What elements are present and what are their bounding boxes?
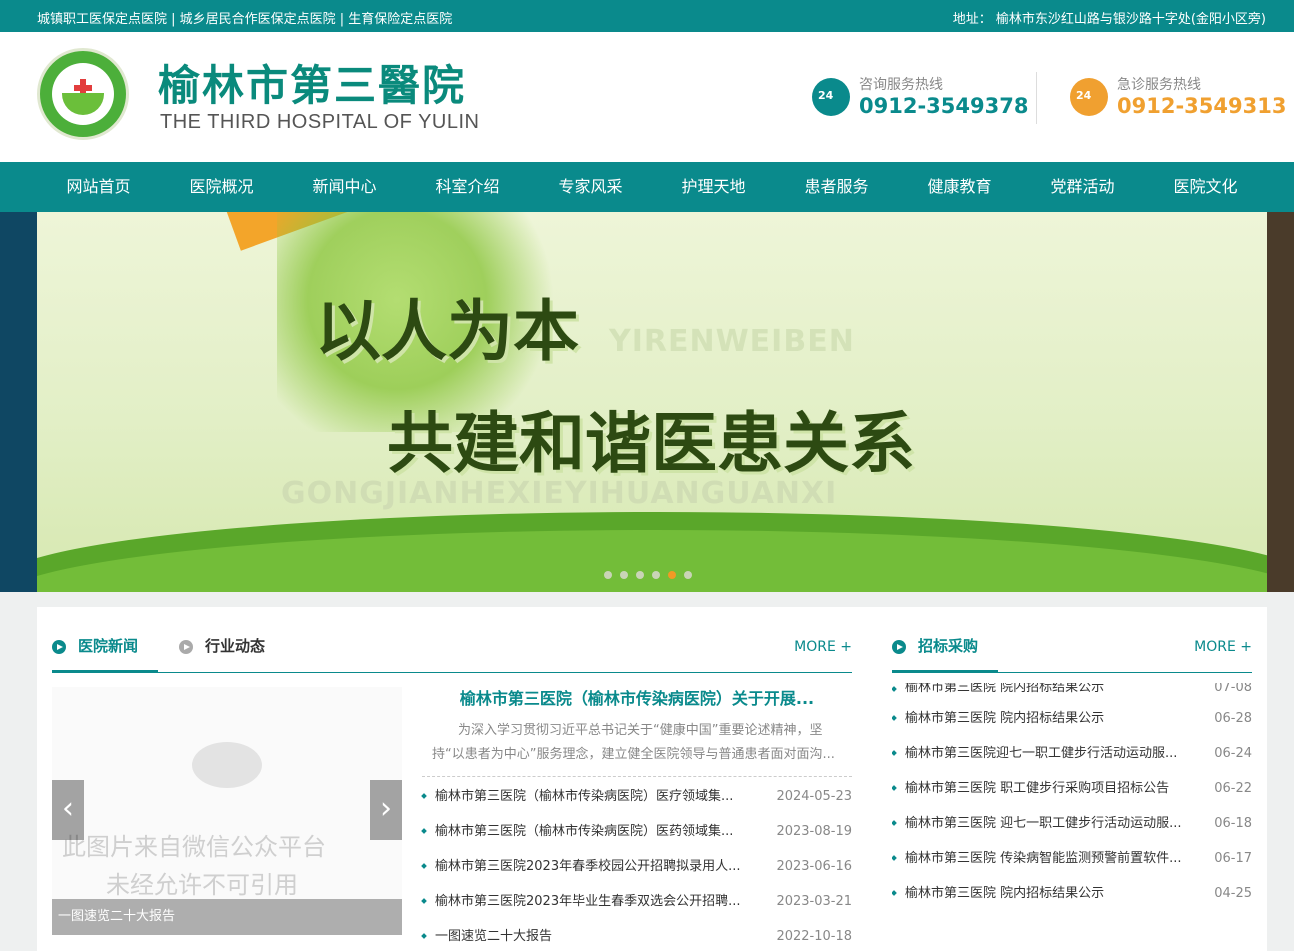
diamond-bullet-icon: [892, 890, 897, 896]
featured-news-summary: 为深入学习贯彻习近平总书记关于“健康中国”重要论述精神，坚持“以患者为中心”服务…: [432, 723, 835, 762]
news-list-item[interactable]: 一图速览二十大报告 2022-10-18: [421, 919, 852, 951]
news-more-link[interactable]: MORE +: [794, 639, 852, 655]
nav-nursing[interactable]: 护理天地: [652, 162, 775, 212]
play-circle-icon: [179, 640, 193, 654]
nav-experts[interactable]: 专家风采: [529, 162, 652, 212]
banner-line1: 以人为本: [315, 293, 579, 370]
diamond-bullet-icon: [892, 750, 897, 756]
news-tab-header: 医院新闻 行业动态 MORE +: [52, 623, 852, 673]
diamond-bullet-icon: [421, 828, 427, 834]
phone-24h-icon: 24: [1070, 78, 1108, 116]
news-list: 榆林市第三医院（榆林市传染病医院）医疗领域集... 2024-05-23 榆林市第…: [421, 779, 852, 951]
diamond-bullet-icon: [421, 898, 427, 904]
bidding-list-item[interactable]: 榆林市第三医院 迎七一职工健步行活动运动服... 06-18: [892, 806, 1252, 841]
banner-dot[interactable]: [684, 571, 692, 579]
banner-dot[interactable]: [604, 571, 612, 579]
phone-24h-icon: 24: [812, 78, 850, 116]
site-header: 榆林市第三醫院 THE THIRD HOSPITAL OF YULIN 24 咨…: [0, 32, 1294, 162]
consult-hotline-label: 咨询服务热线: [859, 77, 943, 93]
emergency-hotline-label: 急诊服务热线: [1117, 77, 1201, 93]
hospital-address: 地址： 榆林市东沙红山路与银沙路十字处(金阳小区旁): [952, 12, 1266, 27]
featured-news-title[interactable]: 榆林市第三医院（榆林市传染病医院）关于开展...: [422, 685, 852, 709]
bidding-list-item[interactable]: 榆林市第三医院 院内招标结果公示 07-08: [892, 683, 1252, 701]
hospital-logo-icon[interactable]: [37, 48, 129, 140]
nav-about[interactable]: 医院概况: [160, 162, 283, 212]
news-list-item[interactable]: 榆林市第三医院2023年春季校园公开招聘拟录用人... 2023-06-16: [421, 849, 852, 884]
news-photo-carousel[interactable]: 此图片来自微信公众平台 未经允许不可引用 ‹ › 一图速览二十大报告: [52, 687, 402, 935]
carousel-caption[interactable]: 一图速览二十大报告: [52, 899, 402, 935]
play-circle-icon: [892, 640, 906, 654]
diamond-bullet-icon: [892, 785, 897, 791]
hero-banner: YIRENWEIBEN 以人为本 共建和谐医患关系 GONGJIANHEXIEY…: [0, 212, 1294, 592]
diamond-bullet-icon: [892, 855, 897, 861]
banner-dot-active[interactable]: [668, 571, 676, 579]
watermark-text: 未经允许不可引用: [106, 871, 298, 899]
tab-hospital-news[interactable]: 医院新闻: [52, 623, 158, 673]
diamond-bullet-icon: [421, 793, 427, 799]
news-list-item[interactable]: 榆林市第三医院2023年毕业生春季双选会公开招聘... 2023-03-21: [421, 884, 852, 919]
nav-culture[interactable]: 医院文化: [1144, 162, 1267, 212]
news-list-item[interactable]: 榆林市第三医院（榆林市传染病医院）医疗领域集... 2024-05-23: [421, 779, 852, 814]
nav-news[interactable]: 新闻中心: [283, 162, 406, 212]
bidding-list: 榆林市第三医院 院内招标结果公示 07-08 榆林市第三医院 院内招标结果公示 06…: [892, 683, 1252, 951]
banner-line1-pinyin: YIRENWEIBEN: [609, 324, 855, 359]
carousel-next-button[interactable]: ›: [370, 780, 402, 840]
diamond-bullet-icon: [892, 820, 897, 826]
banner-pagination: [604, 571, 692, 579]
bidding-list-item[interactable]: 榆林市第三医院迎七一职工健步行活动运动服... 06-24: [892, 736, 1252, 771]
hospital-name[interactable]: 榆林市第三醫院: [158, 52, 466, 113]
watermark-text: 此图片来自微信公众平台: [62, 833, 326, 861]
banner-dot[interactable]: [652, 571, 660, 579]
carousel-prev-button[interactable]: ‹: [52, 780, 84, 840]
nav-health-education[interactable]: 健康教育: [898, 162, 1021, 212]
nav-home[interactable]: 网站首页: [37, 162, 160, 212]
banner-dot[interactable]: [620, 571, 628, 579]
banner-line2: 共建和谐医患关系: [387, 405, 915, 482]
diamond-bullet-icon: [892, 686, 897, 692]
diamond-bullet-icon: [421, 933, 427, 939]
leaf-heart-icon: [62, 93, 104, 115]
consult-hotline-number: 0912-3549378: [859, 94, 1029, 118]
insurance-designations: 城镇职工医保定点医院 | 城乡居民合作医保定点医院 | 生育保险定点医院: [37, 12, 453, 27]
bidding-list-item[interactable]: 榆林市第三医院 职工健步行采购项目招标公告 06-22: [892, 771, 1252, 806]
nav-departments[interactable]: 科室介绍: [406, 162, 529, 212]
play-circle-icon: [52, 640, 66, 654]
diamond-bullet-icon: [892, 715, 897, 721]
content-panel: 医院新闻 行业动态 MORE + 此图片来自微信公众平台 未经允许不可引用 ‹ …: [37, 607, 1267, 951]
wechat-icon: [192, 742, 262, 788]
tab-industry-news[interactable]: 行业动态: [179, 623, 265, 673]
news-list-item[interactable]: 榆林市第三医院（榆林市传染病医院）医药领域集... 2023-08-19: [421, 814, 852, 849]
bidding-tab-header: 招标采购 MORE +: [892, 623, 1252, 673]
hospital-english-name: THE THIRD HOSPITAL OF YULIN: [160, 111, 480, 133]
banner-line2-pinyin: GONGJIANHEXIEYIHUANGUANXI: [281, 476, 838, 511]
banner-dot[interactable]: [636, 571, 644, 579]
emergency-hotline-number: 0912-3549313: [1117, 94, 1287, 118]
banner-slide[interactable]: YIRENWEIBEN 以人为本 共建和谐医患关系 GONGJIANHEXIEY…: [37, 212, 1267, 592]
bidding-list-item[interactable]: 榆林市第三医院 传染病智能监测预警前置软件... 06-17: [892, 841, 1252, 876]
diamond-bullet-icon: [421, 863, 427, 869]
hotline-divider: [1036, 72, 1037, 124]
bidding-list-item[interactable]: 榆林市第三医院 院内招标结果公示 04-25: [892, 876, 1252, 911]
bidding-list-item[interactable]: 榆林市第三医院 院内招标结果公示 06-28: [892, 701, 1252, 736]
main-navigation: 网站首页 医院概况 新闻中心 科室介绍 专家风采 护理天地 患者服务 健康教育 …: [0, 162, 1294, 212]
bidding-more-link[interactable]: MORE +: [1194, 639, 1252, 655]
nav-patient-services[interactable]: 患者服务: [775, 162, 898, 212]
tab-bidding[interactable]: 招标采购: [892, 623, 998, 673]
top-info-bar: 城镇职工医保定点医院 | 城乡居民合作医保定点医院 | 生育保险定点医院 地址：…: [0, 0, 1294, 32]
nav-party-activities[interactable]: 党群活动: [1021, 162, 1144, 212]
featured-news: 榆林市第三医院（榆林市传染病医院）关于开展... 为深入学习贯彻习近平总书记关于…: [422, 685, 852, 777]
